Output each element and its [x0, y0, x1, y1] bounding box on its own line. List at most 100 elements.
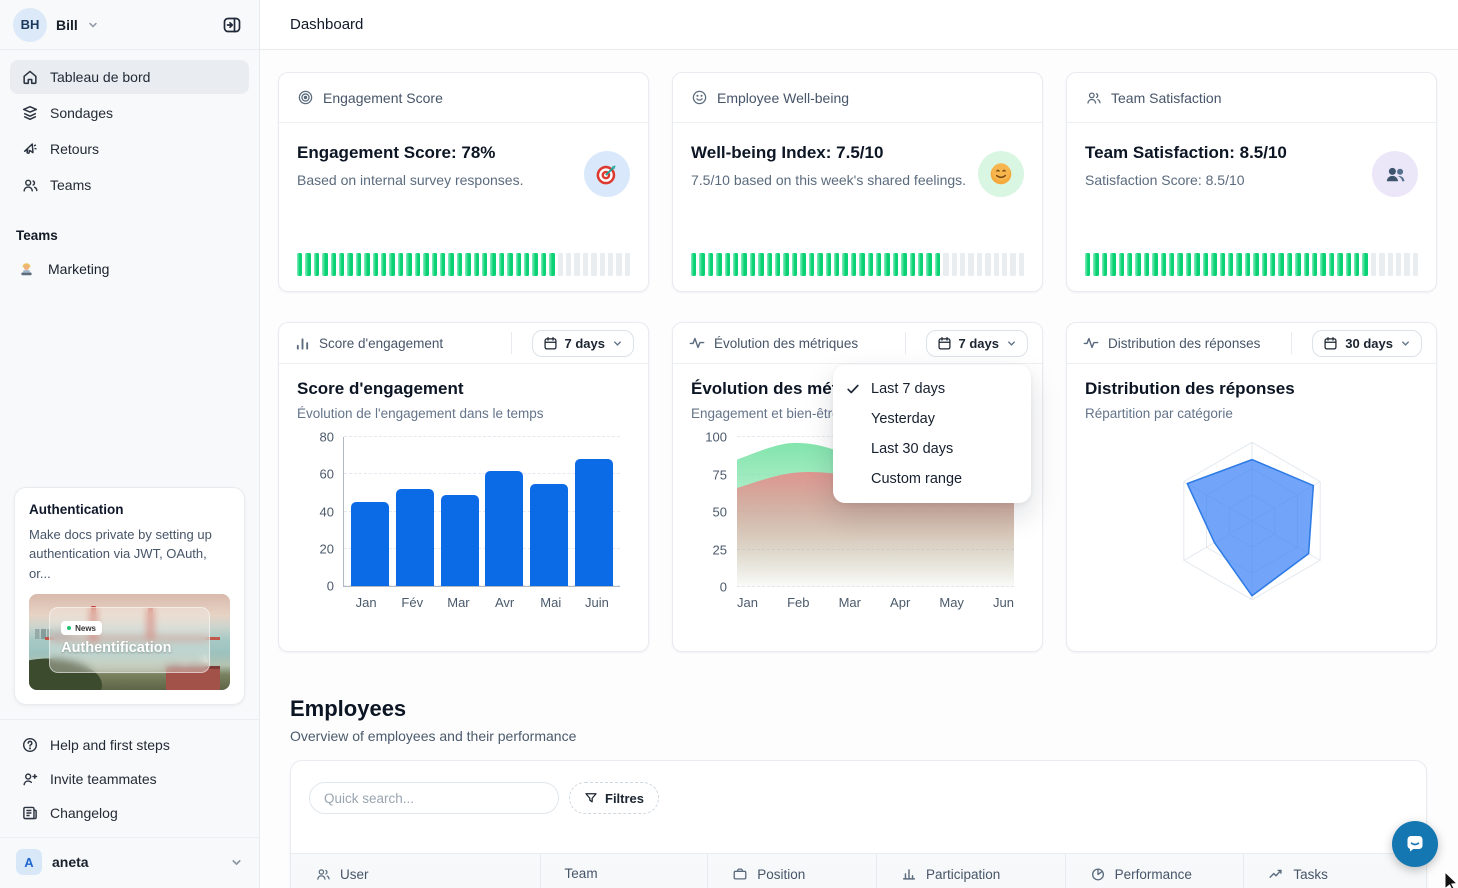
- sidebar-item-teams[interactable]: Teams: [10, 168, 249, 202]
- column-header-team[interactable]: Team: [541, 854, 709, 888]
- progress-segment: [1010, 253, 1015, 276]
- progress-segment: [901, 253, 906, 276]
- sidebar-item-marketing[interactable]: Marketing: [0, 251, 259, 287]
- x-axis-tick: Mai: [528, 595, 574, 610]
- menu-item-yesterday[interactable]: Yesterday: [833, 404, 1031, 434]
- chart-card-header-label: Distribution des réponses: [1108, 336, 1260, 351]
- progress-segment: [893, 253, 898, 276]
- stat-title: Team Satisfaction: 8.5/10: [1085, 143, 1418, 163]
- progress-segment: [943, 253, 948, 276]
- stat-card-header-label: Engagement Score: [323, 90, 443, 106]
- range-selector-button[interactable]: 7 days: [532, 330, 634, 357]
- chat-icon: [1403, 832, 1427, 856]
- progress-segment: [985, 253, 990, 276]
- progress-segment: [1320, 253, 1325, 276]
- progress-segment: [926, 253, 931, 276]
- bar: [396, 489, 434, 586]
- menu-item-last-30-days[interactable]: Last 30 days: [833, 434, 1031, 464]
- progress-segment: [952, 253, 957, 276]
- progress-segment: [767, 253, 772, 276]
- user-avatar[interactable]: BH: [13, 8, 47, 42]
- menu-item-custom-range[interactable]: Custom range: [833, 464, 1031, 494]
- progress-segment: [1262, 253, 1267, 276]
- progress-segment: [583, 253, 588, 276]
- sidebar-item-changelog[interactable]: Changelog: [10, 796, 249, 830]
- progress-segment: [1379, 253, 1384, 276]
- technologist-emoji: [16, 261, 36, 278]
- check-icon: [846, 382, 871, 396]
- workspace-name: aneta: [52, 854, 89, 870]
- progress-segment: [1236, 253, 1241, 276]
- progress-segment: [977, 253, 982, 276]
- divider: [511, 332, 512, 354]
- progress-segment: [381, 253, 386, 276]
- chart-title: Score d'engagement: [297, 379, 630, 399]
- chat-launcher-button[interactable]: [1392, 821, 1438, 867]
- divider: [905, 332, 906, 354]
- progress-segment: [1135, 253, 1140, 276]
- activity-icon: [689, 335, 705, 351]
- progress-segment: [1404, 253, 1409, 276]
- progress-segment: [356, 253, 361, 276]
- progress-segment: [842, 253, 847, 276]
- collapse-sidebar-button[interactable]: [218, 11, 246, 39]
- calendar-icon: [543, 336, 558, 351]
- employees-title: Employees: [290, 696, 406, 722]
- range-selector-button[interactable]: 30 days: [1312, 330, 1422, 357]
- progress-segment: [960, 253, 965, 276]
- sidebar-item-invite[interactable]: Invite teammates: [10, 762, 249, 796]
- x-axis-tick: Apr: [890, 595, 910, 610]
- sidebar-item-label: Retours: [50, 141, 99, 157]
- sidebar-item-dashboard[interactable]: Tableau de bord: [10, 60, 249, 94]
- column-header-position[interactable]: Position: [708, 854, 877, 888]
- sidebar-item-label: Tableau de bord: [50, 69, 150, 85]
- x-axis-tick: Jun: [993, 595, 1014, 610]
- user-plus-icon: [20, 770, 39, 788]
- column-header-user[interactable]: User: [291, 854, 541, 888]
- search-input[interactable]: [309, 782, 559, 814]
- range-dropdown-menu: Last 7 days Yesterday Last 30 days Custo…: [833, 365, 1031, 503]
- progress-segment: [339, 253, 344, 276]
- content: Engagement Score Engagement Score: 78% B…: [260, 50, 1458, 888]
- help-icon: [20, 736, 39, 754]
- filters-button[interactable]: Filtres: [569, 782, 659, 814]
- progress-segment: [1144, 253, 1149, 276]
- progress-segment: [516, 253, 521, 276]
- progress-segment: [616, 253, 621, 276]
- sidebar-item-help[interactable]: Help and first steps: [10, 728, 249, 762]
- panel-collapse-icon: [222, 15, 242, 35]
- column-header-performance[interactable]: Performance: [1066, 854, 1245, 888]
- megaphone-icon: [20, 140, 39, 158]
- progress-segment: [968, 253, 973, 276]
- trend-icon: [1268, 866, 1284, 882]
- progress-segment: [499, 253, 504, 276]
- progress-segment: [994, 253, 999, 276]
- column-header-participation[interactable]: Participation: [877, 854, 1066, 888]
- home-icon: [20, 68, 39, 86]
- promo-card-authentication[interactable]: Authentication Make docs private by sett…: [14, 487, 245, 706]
- workspace-switcher[interactable]: A aneta: [0, 837, 259, 888]
- progress-segment: [1211, 253, 1216, 276]
- progress-segment: [1304, 253, 1309, 276]
- sidebar-item-feedback[interactable]: Retours: [10, 132, 249, 166]
- progress-segment: [1337, 253, 1342, 276]
- x-axis-tick: Jan: [737, 595, 758, 610]
- range-selector-button[interactable]: 7 days: [926, 330, 1028, 357]
- sidebar-header: BH Bill: [0, 0, 259, 50]
- stat-card-wellbeing: Employee Well-being Well-being Index: 7.…: [672, 72, 1043, 292]
- progress-segment: [725, 253, 730, 276]
- y-axis-tick: 0: [327, 579, 334, 594]
- progress-segment: [1177, 253, 1182, 276]
- progress-segment: [1085, 253, 1090, 276]
- bar: [351, 502, 389, 586]
- progress-segment: [699, 253, 704, 276]
- progress-segment: [1203, 253, 1208, 276]
- x-axis-tick: Avr: [482, 595, 528, 610]
- sidebar-item-surveys[interactable]: Sondages: [10, 96, 249, 130]
- user-name[interactable]: Bill: [56, 17, 78, 33]
- chart-plot: 020406080: [343, 437, 620, 587]
- menu-item-last-7-days[interactable]: Last 7 days: [833, 374, 1031, 404]
- progress-segment: [398, 253, 403, 276]
- progress-segment: [800, 253, 805, 276]
- pie-chart-icon: [1090, 866, 1106, 882]
